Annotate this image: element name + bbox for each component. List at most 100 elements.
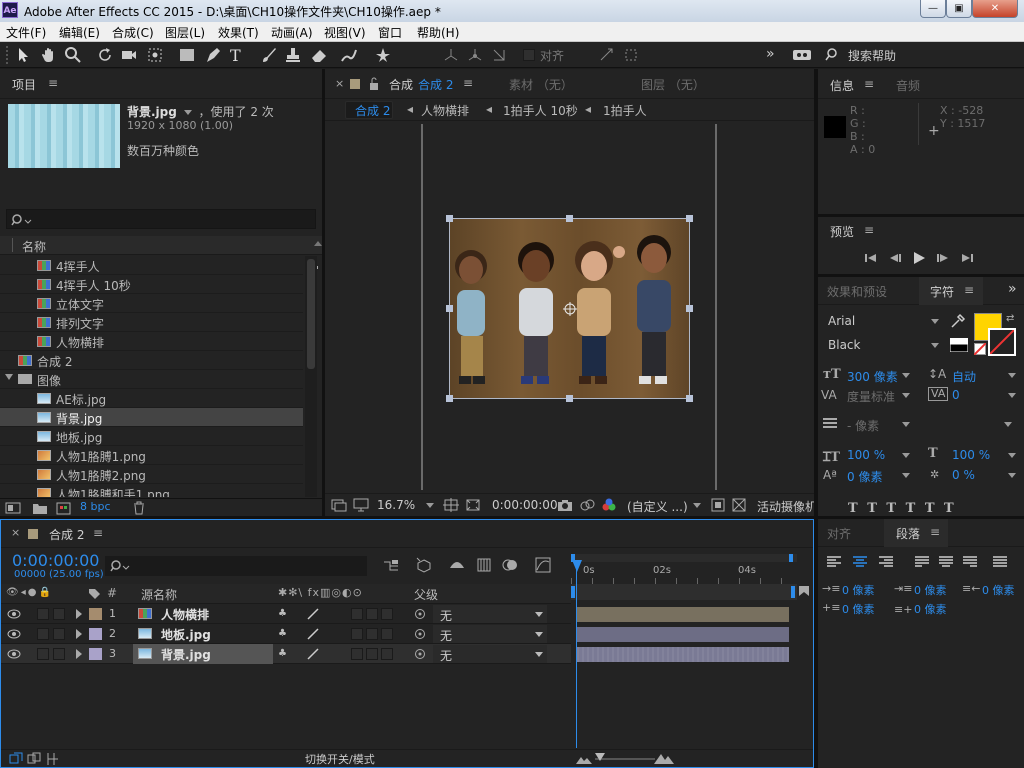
- tab-paragraph[interactable]: 段落: [896, 525, 920, 542]
- timeline-menu-icon[interactable]: ≡: [93, 526, 103, 540]
- rectangle-tool-icon[interactable]: [178, 46, 196, 64]
- tab-layer[interactable]: 图层 （无）: [641, 76, 705, 93]
- menu-composition[interactable]: 合成(C): [112, 24, 154, 41]
- anchor-point-icon[interactable]: [562, 301, 578, 317]
- layer-duration-bar[interactable]: [577, 647, 789, 662]
- indent-left-value[interactable]: 0 像素: [842, 582, 875, 598]
- folder-expand-toggle[interactable]: [5, 374, 13, 380]
- tsume-value[interactable]: 0 %: [952, 468, 975, 482]
- last-frame-icon[interactable]: [960, 252, 974, 264]
- viewer-timecode[interactable]: 0:00:00:00: [492, 498, 558, 512]
- project-scrollbar[interactable]: [305, 256, 317, 497]
- transform-handle[interactable]: [566, 215, 573, 222]
- project-item[interactable]: 人物1胳膊和手1.png: [0, 484, 303, 497]
- tab-footage[interactable]: 素材 （无）: [509, 76, 573, 93]
- maximize-button[interactable]: ▣: [946, 0, 972, 18]
- pen-tool-icon[interactable]: [204, 46, 222, 64]
- rotate-tool-icon[interactable]: [96, 46, 114, 64]
- transparency-grid-icon[interactable]: [465, 498, 481, 512]
- puppet-tool-icon[interactable]: [374, 46, 392, 64]
- transform-handle[interactable]: [686, 215, 693, 222]
- zoom-level-dropdown[interactable]: 16.7%: [377, 498, 415, 512]
- transform-handle[interactable]: [446, 305, 453, 312]
- eyedropper-icon[interactable]: [950, 313, 966, 329]
- timeline-zoom-thumb[interactable]: [595, 753, 605, 761]
- checkerboard-icon[interactable]: [732, 498, 746, 512]
- project-item[interactable]: 人物横排: [0, 332, 303, 351]
- font-size-dropdown-icon[interactable]: [902, 373, 910, 378]
- bit-depth-button[interactable]: 8 bpc: [80, 500, 111, 513]
- footage-dropdown-icon[interactable]: [183, 110, 192, 115]
- interpret-footage-icon[interactable]: [5, 501, 21, 515]
- roto-brush-tool-icon[interactable]: [340, 46, 358, 64]
- tab-preview[interactable]: 预览: [830, 223, 854, 240]
- panel-overflow-button[interactable]: »: [1008, 281, 1017, 297]
- menu-layer[interactable]: 图层(L): [165, 24, 205, 41]
- space-before-value[interactable]: 0 像素: [842, 601, 875, 617]
- project-item[interactable]: 人物1胳膊2.png: [0, 465, 303, 484]
- tab-project[interactable]: 项目: [12, 76, 36, 93]
- tab-timeline-comp-2[interactable]: 合成 2: [49, 526, 84, 543]
- playhead-handle[interactable]: [572, 560, 582, 572]
- switch-box[interactable]: [351, 608, 363, 620]
- fit-region-icon[interactable]: [443, 498, 459, 512]
- stroke-style-dropdown[interactable]: [912, 415, 1014, 433]
- grip-handle[interactable]: [6, 46, 12, 64]
- shy-switch-icon[interactable]: ♣: [278, 608, 287, 619]
- close-button[interactable]: ✕: [972, 0, 1018, 18]
- timeline-timecode[interactable]: 0:00:00:00: [12, 551, 99, 570]
- first-frame-icon[interactable]: [864, 252, 878, 264]
- kerning-dropdown-icon[interactable]: [902, 393, 910, 398]
- horizontal-scale-value[interactable]: 100 %: [952, 448, 990, 462]
- zoom-in-mountain-icon[interactable]: [653, 751, 675, 765]
- tracking-value[interactable]: 0: [952, 388, 960, 402]
- leading-value[interactable]: 自动: [952, 368, 976, 385]
- no-fill-icon[interactable]: [974, 343, 986, 355]
- project-item[interactable]: 图像: [0, 370, 303, 389]
- search-help-input[interactable]: 搜索帮助: [848, 47, 896, 64]
- lock-toggle[interactable]: [53, 628, 65, 640]
- playhead-line[interactable]: [576, 568, 577, 748]
- breadcrumb-comp-2[interactable]: 合成 2: [355, 102, 390, 119]
- menu-file[interactable]: 文件(F): [6, 24, 46, 41]
- quality-switch-icon[interactable]: [307, 648, 319, 660]
- transform-handle[interactable]: [446, 215, 453, 222]
- font-family-dropdown[interactable]: Arial: [823, 313, 943, 331]
- clone-stamp-tool-icon[interactable]: [284, 46, 302, 64]
- transform-handle[interactable]: [566, 395, 573, 402]
- kerning-value[interactable]: 度量标准: [847, 388, 895, 405]
- transform-handle[interactable]: [686, 305, 693, 312]
- project-item[interactable]: 地板.jpg: [0, 427, 303, 446]
- tab-align[interactable]: 对齐: [827, 525, 851, 542]
- previous-frame-icon[interactable]: [888, 252, 902, 264]
- justify-all-icon[interactable]: [992, 555, 1008, 569]
- quality-switch-icon[interactable]: [307, 608, 319, 620]
- layer-row[interactable]: 1 人物横排 ♣ 无: [1, 604, 571, 624]
- justify-center-icon[interactable]: [938, 555, 954, 569]
- justify-right-icon[interactable]: [962, 555, 978, 569]
- switch-box[interactable]: [381, 628, 393, 640]
- hand-tool-icon[interactable]: [40, 46, 58, 64]
- view-mode-dropdown-icon[interactable]: [693, 503, 701, 508]
- project-item[interactable]: 人物1胳膊1.png: [0, 446, 303, 465]
- pick-whip-icon[interactable]: [414, 648, 426, 660]
- layer-source-name[interactable]: 人物横排: [161, 606, 209, 623]
- timeline-search-input[interactable]: [105, 556, 367, 576]
- stroke-color-swatch[interactable]: [988, 328, 1016, 356]
- menu-effect[interactable]: 效果(T): [218, 24, 259, 41]
- brush-tool-icon[interactable]: [260, 46, 278, 64]
- font-size-value[interactable]: 300 像素: [847, 368, 898, 385]
- tab-comp-2[interactable]: 合成 2: [418, 76, 453, 93]
- comp-mini-flowchart-icon[interactable]: [382, 558, 400, 574]
- selection-tool-icon[interactable]: [14, 46, 32, 64]
- info-menu-icon[interactable]: ≡: [864, 77, 874, 91]
- tab-character[interactable]: 字符: [930, 283, 954, 300]
- zoom-dropdown-icon[interactable]: [426, 503, 434, 508]
- project-item[interactable]: 合成 2: [0, 351, 303, 370]
- view-mode-dropdown[interactable]: (自定义 ...): [627, 498, 688, 515]
- tracking-dropdown-icon[interactable]: [1008, 393, 1016, 398]
- switch-box[interactable]: [366, 628, 378, 640]
- project-item[interactable]: 立体文字: [0, 294, 303, 313]
- paragraph-menu-icon[interactable]: ≡: [930, 525, 940, 539]
- work-area-bar[interactable]: [571, 554, 797, 562]
